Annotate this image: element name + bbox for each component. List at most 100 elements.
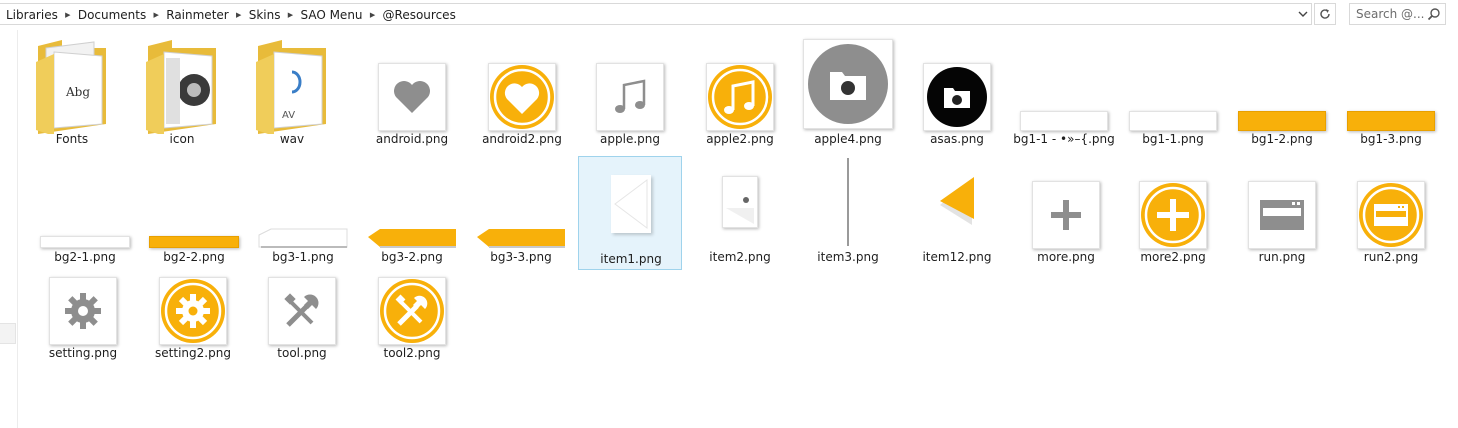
file-label: tool2.png — [383, 346, 441, 360]
file-label: apple4.png — [814, 132, 882, 146]
chevron-down-icon — [1298, 11, 1308, 17]
folder-wav-icon: AV — [256, 40, 326, 134]
file-item-item2-png[interactable]: item2.png — [688, 155, 792, 269]
address-bar[interactable]: Libraries ▶ Documents ▶ Rainmeter ▶ Skin… — [0, 3, 1312, 25]
plus-gray-icon — [1051, 200, 1081, 230]
chevron-right-icon[interactable]: ▶ — [363, 11, 383, 19]
file-item-tool2-png[interactable]: tool2.png — [360, 251, 464, 365]
tools-orange-icon — [380, 279, 444, 343]
orange-arrow-bar-icon — [368, 229, 456, 248]
file-item-run2-png[interactable]: run2.png — [1339, 155, 1443, 269]
music-note-orange-icon — [708, 65, 772, 129]
breadcrumb-item-resources[interactable]: @Resources — [383, 8, 456, 22]
file-label: item12.png — [922, 250, 992, 264]
file-item-bg1-1-png[interactable]: bg1-1.png — [1121, 37, 1225, 151]
chevron-right-icon[interactable]: ▶ — [280, 11, 300, 19]
refresh-icon — [1320, 9, 1330, 19]
file-label: android.png — [375, 132, 449, 146]
file-item-icon[interactable]: icon — [130, 37, 234, 151]
breadcrumb: Libraries ▶ Documents ▶ Rainmeter ▶ Skin… — [6, 7, 456, 23]
file-label: item3.png — [817, 250, 879, 264]
file-item-apple2-png[interactable]: apple2.png — [688, 37, 792, 151]
folder-circle-gray-icon — [808, 44, 888, 124]
music-note-gray-icon — [615, 79, 646, 113]
file-label: tool.png — [277, 346, 327, 360]
folder-fonts-icon: Abg — [36, 40, 106, 134]
small-card-icon — [726, 197, 754, 224]
file-label: more2.png — [1140, 250, 1206, 264]
chevron-right-icon[interactable]: ▶ — [229, 11, 249, 19]
white-bar-icon — [1020, 110, 1108, 131]
plus-orange-icon — [1141, 183, 1205, 247]
file-item-item12-png[interactable]: item12.png — [905, 155, 1009, 269]
window-gray-icon — [1260, 200, 1304, 230]
orange-bar-icon — [1347, 110, 1435, 131]
file-item-run-png[interactable]: run.png — [1230, 155, 1334, 269]
file-label: apple.png — [600, 132, 660, 146]
toolbar: Libraries ▶ Documents ▶ Rainmeter ▶ Skin… — [0, 0, 1458, 30]
search-icon[interactable] — [1427, 7, 1441, 21]
refresh-button[interactable] — [1314, 3, 1336, 25]
file-item-apple-png[interactable]: apple.png — [578, 37, 682, 151]
folder-icon-icon — [146, 40, 216, 134]
breadcrumb-item-documents[interactable]: Documents — [78, 8, 146, 22]
breadcrumb-item-skins[interactable]: Skins — [249, 8, 281, 22]
orange-bar-icon — [1238, 110, 1326, 131]
file-item-setting2-png[interactable]: setting2.png — [141, 251, 245, 365]
chevron-right-icon[interactable]: ▶ — [58, 11, 78, 19]
white-thin-bar-icon — [40, 236, 130, 248]
file-item-fonts[interactable]: Abg Fonts — [20, 37, 124, 151]
file-item-asas-png[interactable]: asas.png — [905, 37, 1009, 151]
file-item-item1-png[interactable]: item1.png — [578, 156, 682, 270]
address-dropdown-button[interactable] — [1293, 4, 1313, 24]
white-triangle-icon — [614, 179, 648, 229]
search-input[interactable] — [1350, 4, 1428, 24]
heart-gray-icon — [394, 81, 430, 113]
file-label: setting.png — [48, 346, 118, 360]
orange-thin-bar-icon — [149, 236, 239, 248]
svg-text:AV: AV — [282, 110, 295, 121]
tools-gray-icon — [284, 293, 319, 327]
file-label: bg1-2.png — [1251, 132, 1313, 146]
breadcrumb-item-sao-menu[interactable]: SAO Menu — [300, 8, 362, 22]
navigation-pane-handle[interactable] — [0, 323, 16, 344]
search-box[interactable] — [1349, 3, 1446, 25]
file-item-apple4-png[interactable]: apple4.png — [796, 37, 900, 151]
file-item-wav[interactable]: AV wav — [240, 37, 344, 151]
file-label: bg1-3.png — [1360, 132, 1422, 146]
file-item-bg1-1-copy-png[interactable]: bg1-1 - •»–{.png — [1012, 37, 1116, 151]
file-label: item1.png — [600, 252, 662, 266]
white-bar-icon — [1129, 110, 1217, 131]
navigation-pane-edge — [0, 30, 18, 428]
orange-triangle-icon — [940, 177, 974, 225]
file-label: icon — [169, 132, 195, 146]
file-item-bg1-2-png[interactable]: bg1-2.png — [1230, 37, 1334, 151]
file-label: bg1-1.png — [1142, 132, 1204, 146]
breadcrumb-item-libraries[interactable]: Libraries — [6, 8, 58, 22]
file-item-bg1-3-png[interactable]: bg1-3.png — [1339, 37, 1443, 151]
file-label: apple2.png — [706, 132, 774, 146]
gear-gray-icon — [65, 293, 101, 329]
file-label: Fonts — [55, 132, 89, 146]
breadcrumb-item-rainmeter[interactable]: Rainmeter — [166, 8, 228, 22]
gear-orange-icon — [161, 279, 225, 343]
file-label: run2.png — [1363, 250, 1419, 264]
chevron-right-icon[interactable]: ▶ — [146, 11, 166, 19]
file-label: android2.png — [482, 132, 562, 146]
file-label: bg3-3.png — [490, 250, 552, 264]
file-item-more2-png[interactable]: more2.png — [1121, 155, 1225, 269]
file-label: run.png — [1258, 250, 1306, 264]
file-item-setting-png[interactable]: setting.png — [31, 251, 135, 365]
folder-circle-black-icon — [927, 67, 987, 127]
heart-orange-icon — [490, 65, 554, 129]
orange-arrow-bar-icon — [477, 229, 565, 248]
file-item-android-png[interactable]: android.png — [360, 37, 464, 151]
file-item-item3-png[interactable]: item3.png — [796, 155, 900, 269]
vertical-line-icon — [847, 158, 849, 246]
file-item-more-png[interactable]: more.png — [1014, 155, 1118, 269]
file-item-bg3-3-png[interactable]: bg3-3.png — [469, 155, 573, 269]
file-label: more.png — [1037, 250, 1095, 264]
file-item-android2-png[interactable]: android2.png — [470, 37, 574, 151]
file-label: asas.png — [930, 132, 984, 146]
file-item-tool-png[interactable]: tool.png — [250, 251, 354, 365]
